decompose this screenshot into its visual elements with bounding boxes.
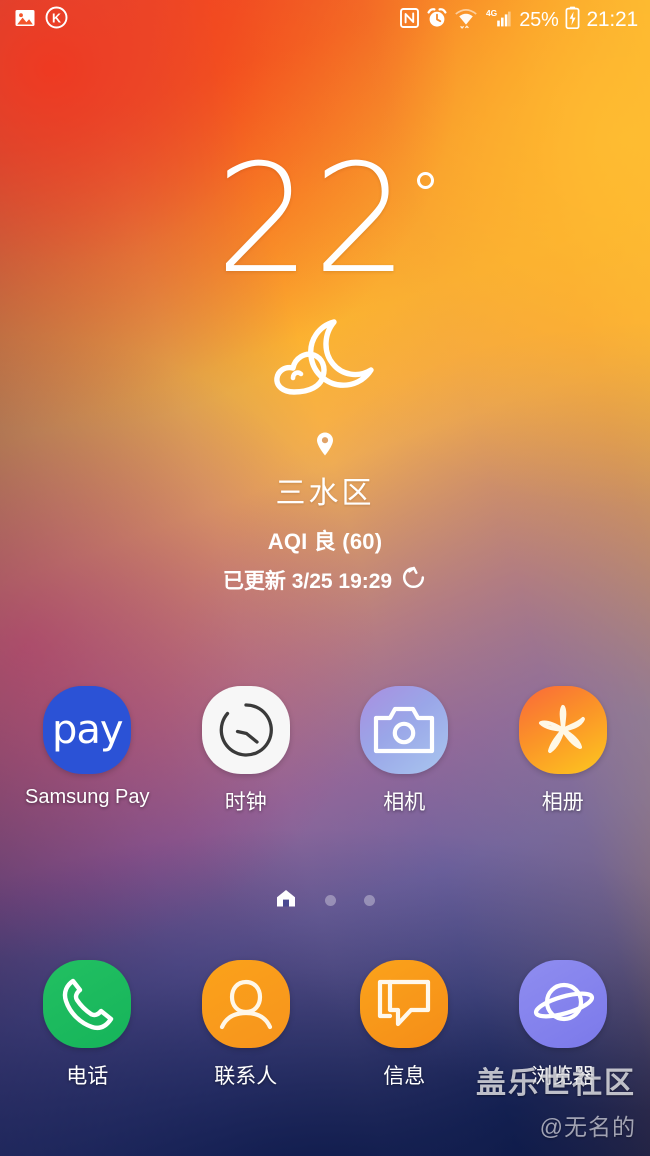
app-label-clock: 时钟 <box>224 791 267 814</box>
samsung-pay-icon[interactable]: pay <box>43 686 132 774</box>
temperature-value: 22 <box>215 133 411 307</box>
app-samsung-pay[interactable]: pay Samsung Pay <box>17 686 157 816</box>
aqi-label: AQI 良 (60) <box>267 529 383 554</box>
wifi-icon <box>454 7 478 34</box>
page-indicator[interactable] <box>0 888 650 913</box>
home-screen: K 4G 25% 21:21 22 三水区 AQI 良 (60) 已更新 3/2… <box>0 0 650 1156</box>
degree-symbol-icon <box>417 172 435 189</box>
app-label-messages: 信息 <box>383 1065 426 1088</box>
last-updated-text: 已更新 3/25 19:29 <box>222 570 393 593</box>
app-camera[interactable]: 相机 <box>334 686 474 816</box>
status-bar-notifications[interactable]: K <box>14 6 68 34</box>
app-messages[interactable]: 信息 <box>334 960 474 1090</box>
page-dot-3[interactable] <box>364 895 375 906</box>
alarm-icon <box>426 7 448 34</box>
message-bubble-icon[interactable] <box>360 960 449 1048</box>
page-dot-2[interactable] <box>325 895 336 906</box>
home-icon[interactable] <box>275 888 297 913</box>
location-name: 三水区 <box>275 477 375 510</box>
app-phone[interactable]: 电话 <box>17 960 157 1090</box>
svg-text:K: K <box>52 11 61 25</box>
app-label-samsung-pay: Samsung Pay <box>24 786 150 808</box>
app-label-gallery: 相册 <box>541 791 584 814</box>
nfc-icon <box>399 7 420 34</box>
gallery-flower-icon[interactable] <box>518 686 607 774</box>
app-label-camera: 相机 <box>383 791 426 814</box>
battery-percent-label: 25% <box>519 8 559 31</box>
phone-icon[interactable] <box>43 960 132 1048</box>
weather-widget[interactable]: 22 三水区 AQI 良 (60) 已更新 3/25 19:29 <box>0 133 650 596</box>
app-label-browser: 浏览器 <box>531 1065 595 1088</box>
battery-charging-icon <box>565 6 580 34</box>
camera-icon[interactable] <box>360 686 449 774</box>
last-updated-row[interactable]: 已更新 3/25 19:29 <box>223 564 427 596</box>
mobile-signal-icon: 4G <box>484 7 511 34</box>
app-clock[interactable]: 时钟 <box>176 686 316 816</box>
app-label-phone: 电话 <box>66 1065 109 1088</box>
status-bar[interactable]: K 4G 25% 21:21 <box>0 0 650 40</box>
location-pin-icon <box>315 431 335 462</box>
contacts-icon[interactable] <box>201 960 290 1048</box>
saturn-browser-icon[interactable] <box>518 960 607 1048</box>
app-gallery[interactable]: 相册 <box>493 686 633 816</box>
moon-cloud-icon <box>262 316 388 409</box>
clock-icon[interactable] <box>201 686 290 774</box>
svg-text:4G: 4G <box>486 8 497 18</box>
k-app-notification-icon: K <box>45 6 68 34</box>
app-label-contacts: 联系人 <box>214 1065 278 1088</box>
refresh-icon[interactable] <box>400 564 427 596</box>
status-bar-clock: 21:21 <box>586 8 638 31</box>
temperature-display: 22 <box>215 133 435 307</box>
app-grid-row-1: pay Samsung Pay 时钟 相机 相册 <box>0 686 650 816</box>
dock-row: 电话 联系人 信息 浏览器 <box>0 960 650 1090</box>
app-contacts[interactable]: 联系人 <box>176 960 316 1090</box>
samsung-pay-wordmark: pay <box>51 707 124 753</box>
image-notification-icon <box>14 7 36 34</box>
status-bar-system-icons[interactable]: 4G 25% 21:21 <box>399 6 638 34</box>
app-browser[interactable]: 浏览器 <box>493 960 633 1090</box>
